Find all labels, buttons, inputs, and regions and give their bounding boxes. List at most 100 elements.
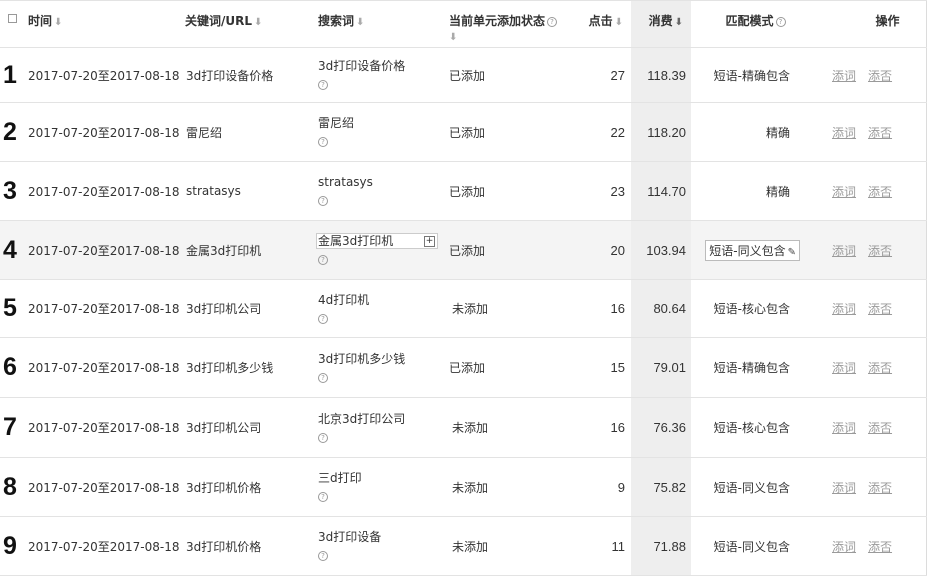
table-row: 5 2017-07-20至2017-08-18 3d打印机公司 4d打印机? 未… <box>0 279 926 338</box>
match-mode: 短语-核心包含 <box>713 302 790 316</box>
help-icon[interactable]: ? <box>318 432 328 443</box>
help-icon[interactable]: ? <box>318 137 328 147</box>
cost-value: 71.88 <box>631 516 691 576</box>
table-row: 6 2017-07-20至2017-08-18 3d打印机多少钱 3d打印机多少… <box>0 337 926 398</box>
add-word-link[interactable]: 添词 <box>832 69 856 83</box>
keyword-cell: 3d打印机公司 <box>186 421 262 435</box>
add-negative-link[interactable]: 添否 <box>868 244 892 258</box>
add-word-link[interactable]: 添词 <box>832 126 856 140</box>
col-search-term-header[interactable]: 搜索词 ⬇ <box>318 0 449 48</box>
date-range: 2017-07-20至2017-08-18 <box>28 184 180 199</box>
sort-arrow-icon[interactable]: ⬇ <box>675 17 683 28</box>
ops-cell: 添词 添否 <box>820 48 926 103</box>
cost-value: 114.70 <box>631 161 691 221</box>
add-negative-link[interactable]: 添否 <box>868 540 892 554</box>
add-negative-link[interactable]: 添否 <box>868 361 892 375</box>
add-word-link[interactable]: 添词 <box>832 244 856 258</box>
match-mode: 短语-同义包含 <box>709 243 786 258</box>
sort-arrow-icon[interactable]: ⬇ <box>449 32 457 43</box>
date-range: 2017-07-20至2017-08-18 <box>28 243 180 258</box>
cost-value: 75.82 <box>631 457 691 517</box>
sort-arrow-icon[interactable]: ⬇ <box>615 17 623 28</box>
clicks-value: 27 <box>610 67 625 83</box>
help-icon[interactable]: ? <box>318 551 328 561</box>
ops-cell: 添词 添否 <box>820 517 926 576</box>
help-icon[interactable]: ? <box>318 492 328 502</box>
add-status: 未添加 <box>452 480 489 495</box>
cost-value: 80.64 <box>631 279 691 338</box>
add-word-link[interactable]: 添词 <box>832 421 856 435</box>
add-negative-link[interactable]: 添否 <box>868 421 892 435</box>
search-term-cell: 3d打印设备? <box>318 530 382 561</box>
search-term-cell: 4d打印机? <box>318 292 370 324</box>
date-range: 2017-07-20至2017-08-18 <box>28 68 180 83</box>
row-number: 1 <box>3 60 17 89</box>
help-icon[interactable]: ? <box>318 255 328 265</box>
keyword-cell: 3d打印机价格 <box>186 480 262 495</box>
search-term-cell: 北京3d打印公司? <box>318 411 406 443</box>
plus-box-icon[interactable]: + <box>424 236 435 247</box>
sort-arrow-icon[interactable]: ⬇ <box>254 17 262 28</box>
col-time-header[interactable]: 时间 ⬇ <box>28 0 185 48</box>
match-mode: 精确 <box>765 125 790 140</box>
table-row: 1 2017-07-20至2017-08-18 3d打印设备价格 3d打印设备价… <box>0 47 926 103</box>
date-range: 2017-07-20至2017-08-18 <box>28 361 180 375</box>
add-negative-link[interactable]: 添否 <box>868 302 892 316</box>
help-icon[interactable]: ? <box>318 80 328 90</box>
search-term-cell: 金属3d打印机 +? <box>316 221 449 280</box>
help-icon[interactable]: ? <box>318 196 328 206</box>
add-word-link[interactable]: 添词 <box>832 540 856 554</box>
match-mode: 短语-精确包含 <box>713 68 790 83</box>
col-clicks-header[interactable]: 点击 ⬇ <box>563 0 631 48</box>
sort-arrow-icon[interactable]: ⬇ <box>356 17 364 28</box>
ops-cell: 添词 添否 <box>820 221 926 280</box>
add-status: 未添加 <box>452 302 489 316</box>
ops-cell: 添词 添否 <box>820 338 926 398</box>
row-number: 2 <box>3 117 17 146</box>
ops-cell: 添词 添否 <box>820 398 926 458</box>
pencil-edit-icon[interactable]: ✎ <box>788 247 796 258</box>
add-word-link[interactable]: 添词 <box>832 481 856 495</box>
help-icon[interactable]: ? <box>318 372 328 383</box>
clicks-value: 9 <box>617 479 625 495</box>
help-icon[interactable]: ? <box>775 17 786 27</box>
table-row-hovered: 4 2017-07-20至2017-08-18 金属3d打印机 金属3d打印机 +… <box>0 220 926 280</box>
match-mode: 短语-同义包含 <box>713 539 790 554</box>
help-icon[interactable]: ? <box>547 17 558 27</box>
col-cost-header[interactable]: 消费 ⬇ <box>631 0 691 48</box>
add-negative-link[interactable]: 添否 <box>868 126 892 140</box>
match-mode: 短语-精确包含 <box>713 361 790 375</box>
col-ops-header: 操作 <box>820 0 926 48</box>
ops-cell: 添词 添否 <box>820 458 926 517</box>
col-add-status-header[interactable]: 当前单元添加状态? ⬇ <box>449 0 563 48</box>
row-number: 5 <box>3 294 17 322</box>
row-number: 4 <box>3 235 17 264</box>
add-negative-link[interactable]: 添否 <box>868 69 892 83</box>
add-negative-link[interactable]: 添否 <box>868 185 892 199</box>
select-all-checkbox-icon[interactable] <box>8 14 17 23</box>
clicks-value: 16 <box>610 420 625 435</box>
search-term-cell: 雷尼绍? <box>318 116 355 147</box>
cost-value: 103.94 <box>631 220 691 280</box>
table-row: 7 2017-07-20至2017-08-18 3d打印机公司 北京3d打印公司… <box>0 397 926 458</box>
sort-arrow-icon[interactable]: ⬇ <box>54 17 62 28</box>
clicks-value: 11 <box>611 538 626 554</box>
search-term-cell: stratasys? <box>318 175 373 206</box>
date-range: 2017-07-20至2017-08-18 <box>28 125 180 140</box>
add-word-link[interactable]: 添词 <box>832 302 856 316</box>
date-range: 2017-07-20至2017-08-18 <box>28 421 180 435</box>
ops-cell: 添词 添否 <box>820 280 926 338</box>
match-mode-editor[interactable]: 短语-同义包含 ✎ <box>705 239 800 261</box>
help-icon[interactable]: ? <box>318 313 328 324</box>
keyword-cell: 3d打印设备价格 <box>186 68 274 83</box>
keyword-cell: 3d打印机多少钱 <box>186 361 274 375</box>
keyword-cell: 3d打印机价格 <box>186 539 262 554</box>
add-word-link[interactable]: 添词 <box>832 361 856 375</box>
add-negative-link[interactable]: 添否 <box>868 481 892 495</box>
search-term-box[interactable]: 金属3d打印机 + <box>316 233 438 249</box>
add-status: 已添加 <box>449 361 486 375</box>
cost-value: 79.01 <box>631 337 691 398</box>
date-range: 2017-07-20至2017-08-18 <box>28 480 180 495</box>
col-keyword-header[interactable]: 关键词/URL ⬇ <box>185 0 318 48</box>
add-word-link[interactable]: 添词 <box>832 185 856 199</box>
